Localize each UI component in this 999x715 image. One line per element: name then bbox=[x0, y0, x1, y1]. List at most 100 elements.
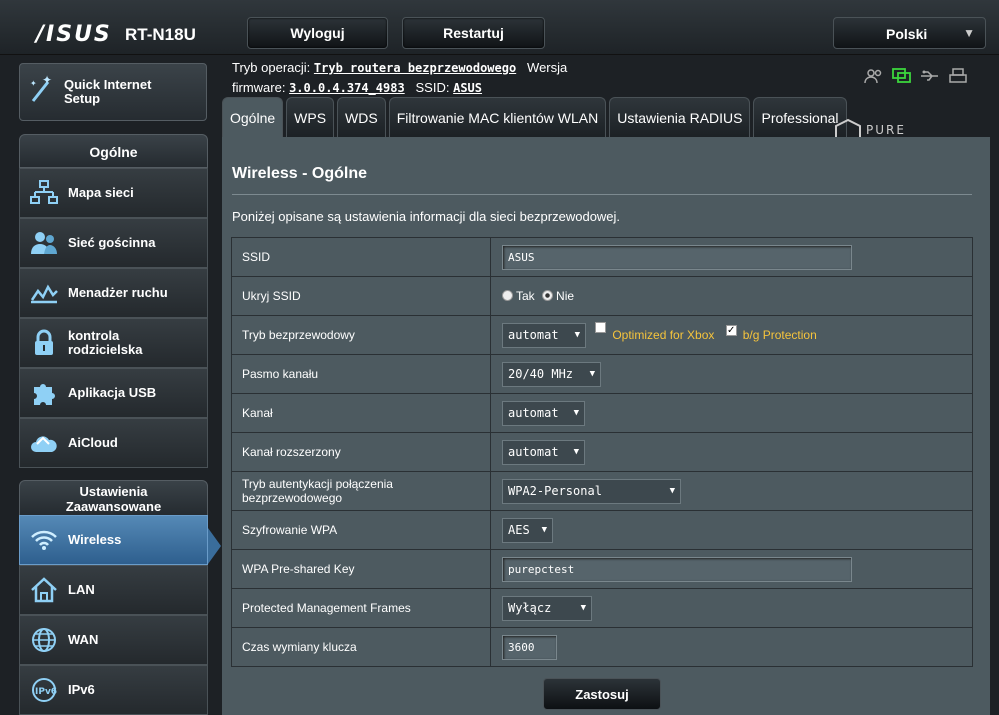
sidebar-item-wan[interactable]: WAN bbox=[19, 615, 208, 665]
wireless-mode-value: automat bbox=[508, 328, 559, 343]
sidebar-item-label: Aplikacja USB bbox=[68, 385, 157, 400]
sidebar-item-parental-control[interactable]: kontrola rodzicielska bbox=[19, 318, 208, 368]
hide-ssid-yes-label: Tak bbox=[516, 289, 535, 303]
advanced-title-1: Ustawienia bbox=[79, 484, 148, 499]
page-description: Poniżej opisane są ustawienia informacji… bbox=[232, 209, 621, 224]
cloud-icon bbox=[20, 430, 68, 456]
language-value: Polski bbox=[886, 26, 928, 42]
chevron-down-icon: ▼ bbox=[573, 447, 579, 457]
wireless-mode-label: Tryb bezprzewodowy bbox=[231, 315, 491, 355]
sidebar-item-ipv6[interactable]: IPv6 IPv6 bbox=[19, 665, 208, 715]
pmf-select[interactable]: Wyłącz ▼ bbox=[502, 595, 592, 621]
sidebar-item-label: WAN bbox=[68, 632, 99, 647]
wireless-mode-select[interactable]: automat ▼ bbox=[502, 322, 586, 348]
printer-icon[interactable] bbox=[948, 68, 968, 84]
table-row: Pasmo kanału 20/40 MHz ▼ bbox=[231, 354, 973, 394]
sidebar-item-network-map[interactable]: Mapa sieci bbox=[19, 168, 208, 218]
chevron-down-icon: ▼ bbox=[580, 603, 586, 613]
main-panel: Wireless - Ogólne Poniżej opisane są ust… bbox=[222, 137, 990, 715]
version-label: Wersja bbox=[527, 60, 568, 75]
table-row: WPA Pre-shared Key purepctest bbox=[231, 549, 973, 589]
tab-mac-filter[interactable]: Filtrowanie MAC klientów WLAN bbox=[388, 97, 607, 137]
sidebar-item-guest-network[interactable]: Sieć gościnna bbox=[19, 218, 208, 268]
sidebar-item-usb-application[interactable]: Aplikacja USB bbox=[19, 368, 208, 418]
ssid-info-label: SSID: bbox=[415, 80, 450, 95]
tab-wds[interactable]: WDS bbox=[337, 97, 386, 137]
sidebar-item-label: kontrola bbox=[68, 328, 120, 343]
svg-text:IPv6: IPv6 bbox=[35, 687, 57, 697]
channel-select[interactable]: automat ▼ bbox=[502, 400, 585, 426]
tab-wps[interactable]: WPS bbox=[286, 97, 335, 137]
hide-ssid-no-label: Nie bbox=[556, 289, 575, 303]
auth-method-select[interactable]: WPA2-Personal ▼ bbox=[502, 478, 681, 504]
tab-radius[interactable]: Ustawienia RADIUS bbox=[609, 97, 751, 137]
hide-ssid-no-radio[interactable] bbox=[542, 290, 554, 301]
bandwidth-value: 20/40 MHz bbox=[508, 367, 574, 381]
sidebar-item-label: IPv6 bbox=[68, 682, 95, 697]
ssid-link[interactable]: ASUS bbox=[453, 81, 482, 95]
page-title: Wireless - Ogólne bbox=[232, 165, 367, 182]
magic-wand-icon: ✦ ✦ bbox=[20, 73, 64, 110]
psk-input[interactable]: purepctest bbox=[502, 556, 852, 582]
chevron-down-icon: ▼ bbox=[669, 486, 675, 496]
table-row: Tryb bezprzewodowy automat ▼ Optimized fo… bbox=[231, 315, 973, 355]
tab-general[interactable]: Ogólne bbox=[222, 97, 284, 137]
advanced-title-2: Zaawansowane bbox=[65, 499, 162, 514]
hide-ssid-yes-radio[interactable] bbox=[502, 290, 513, 301]
quick-internet-setup-button[interactable]: ✦ ✦ Quick Internet Setup bbox=[19, 63, 207, 121]
logout-button[interactable]: Wyloguj bbox=[247, 17, 388, 49]
svg-text:✦: ✦ bbox=[30, 79, 37, 88]
divider bbox=[232, 194, 972, 195]
quick-setup-label-2: Setup bbox=[64, 91, 101, 106]
sidebar-item-traffic-manager[interactable]: Menadżer ruchu bbox=[19, 268, 208, 318]
extension-channel-select[interactable]: automat ▼ bbox=[502, 439, 585, 465]
sidebar-item-label: Sieć gościnna bbox=[68, 235, 156, 250]
table-row: Kanał rozszerzony automat ▼ bbox=[231, 432, 973, 472]
channel-value: automat bbox=[508, 406, 559, 420]
sidebar-item-lan[interactable]: LAN bbox=[19, 565, 208, 615]
language-select[interactable]: Polski ▼ bbox=[833, 17, 986, 49]
chevron-down-icon: ▼ bbox=[963, 26, 975, 40]
table-row: SSID ASUS bbox=[231, 237, 973, 277]
sidebar-item-wireless[interactable]: Wireless bbox=[19, 515, 208, 565]
bandwidth-select[interactable]: 20/40 MHz ▼ bbox=[502, 361, 601, 387]
restart-button[interactable]: Restartuj bbox=[402, 17, 545, 49]
network-status-icon[interactable] bbox=[892, 68, 912, 84]
svg-text:✦: ✦ bbox=[42, 74, 52, 87]
puzzle-icon bbox=[20, 379, 68, 407]
sidebar-item-aicloud[interactable]: AiCloud bbox=[19, 418, 208, 468]
firmware-link[interactable]: 3.0.0.4.374_4983 bbox=[289, 81, 405, 95]
globe-icon bbox=[20, 626, 68, 654]
bg-protection-label: b/g Protection bbox=[742, 328, 817, 343]
top-bar: /ISUS RT-N18U Wyloguj Restartuj Polski ▼ bbox=[0, 0, 999, 55]
operation-mode-link[interactable]: Tryb routera bezprzewodowego bbox=[314, 61, 516, 75]
tab-bar: Ogólne WPS WDS Filtrowanie MAC klientów … bbox=[222, 97, 847, 137]
auth-method-label-2: bezprzewodowego bbox=[242, 491, 343, 505]
firmware-label: firmware: bbox=[232, 80, 286, 95]
rekey-interval-input[interactable]: 3600 bbox=[502, 634, 557, 660]
home-icon bbox=[20, 576, 68, 604]
clients-icon[interactable] bbox=[864, 68, 884, 84]
xbox-checkbox[interactable] bbox=[595, 322, 607, 334]
table-row: Kanał automat ▼ bbox=[231, 393, 973, 433]
sidebar: ✦ ✦ Quick Internet Setup Ogólne Mapa sieci… bbox=[0, 56, 220, 715]
sidebar-item-label: Mapa sieci bbox=[68, 185, 134, 200]
usb-icon[interactable] bbox=[920, 68, 940, 84]
auth-method-label-1: Tryb autentykacji połączenia bbox=[242, 477, 393, 491]
bg-protection-checkbox[interactable]: ✓ bbox=[725, 325, 737, 337]
extension-channel-label: Kanał rozszerzony bbox=[231, 432, 491, 472]
router-info: Tryb operacji: Tryb routera bezprzewodow… bbox=[232, 58, 567, 98]
apply-button[interactable]: Zastosuj bbox=[543, 678, 661, 710]
ssid-input[interactable]: ASUS bbox=[502, 244, 852, 270]
wpa-encryption-select[interactable]: AES ▼ bbox=[502, 517, 553, 543]
quick-setup-label-1: Quick Internet bbox=[64, 77, 152, 92]
table-row: Czas wymiany klucza 3600 bbox=[231, 627, 973, 667]
channel-label: Kanał bbox=[231, 393, 491, 433]
auth-method-value: WPA2-Personal bbox=[508, 484, 602, 498]
ssid-label: SSID bbox=[231, 237, 491, 277]
general-section-header: Ogólne bbox=[19, 134, 208, 168]
traffic-manager-icon bbox=[20, 280, 68, 306]
wpa-encryption-value: AES bbox=[508, 523, 530, 537]
sidebar-item-label: rodzicielska bbox=[68, 342, 143, 357]
svg-text:PURE: PURE bbox=[866, 123, 906, 137]
